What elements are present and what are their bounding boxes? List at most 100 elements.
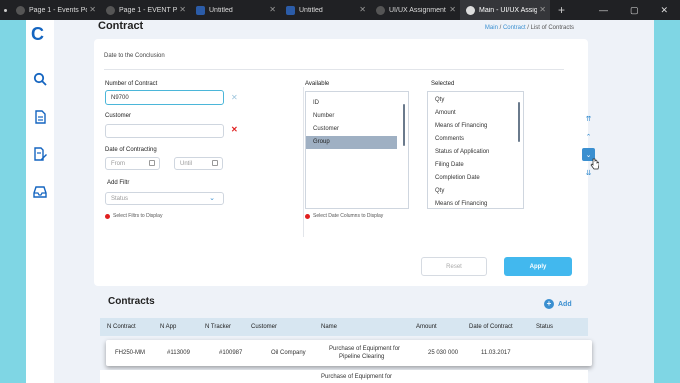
selected-item[interactable]: Comments	[428, 133, 523, 146]
close-tab-icon[interactable]: ✕	[179, 5, 186, 14]
selected-item[interactable]: Filing Date	[428, 159, 523, 172]
breadcrumb-sep: /	[527, 25, 529, 31]
search-icon[interactable]	[33, 72, 47, 86]
available-item[interactable]: ID	[306, 97, 408, 110]
column-divider	[303, 87, 304, 237]
col-name[interactable]: Name	[321, 324, 337, 330]
col-tracker[interactable]: N Tracker	[205, 324, 231, 330]
status-placeholder: Status	[111, 195, 129, 202]
col-contract[interactable]: N Contract	[107, 324, 136, 330]
selected-item[interactable]: Qty	[428, 94, 523, 107]
document-icon[interactable]	[33, 110, 47, 124]
available-scrollbar[interactable]	[403, 104, 405, 146]
selected-list[interactable]: Qty Amount Means of Financing Comments S…	[427, 91, 524, 209]
cell-customer: Oil Company	[271, 350, 306, 356]
selected-item[interactable]: Qty	[428, 185, 523, 198]
table-row[interactable]: Purchase of Equipment for	[100, 370, 588, 383]
cell-name-line2: Pipeline Clearing	[339, 354, 385, 360]
close-tab-icon[interactable]: ✕	[359, 5, 366, 14]
close-tab-icon[interactable]: ✕	[269, 5, 276, 14]
add-filter-label: Add Filtr	[107, 180, 130, 186]
browser-tab-1[interactable]: Page 1 - Events Port ✕	[10, 0, 100, 20]
calendar-icon	[212, 160, 218, 166]
clear-customer-icon[interactable]: ✕	[231, 125, 238, 134]
selected-item[interactable]: Means of Financing	[428, 120, 523, 133]
col-app[interactable]: N App	[160, 324, 176, 330]
input-value: N9700	[111, 94, 129, 101]
add-label: Add	[558, 300, 572, 308]
inbox-icon[interactable]	[33, 185, 47, 199]
customer-input[interactable]	[105, 124, 224, 138]
close-window-icon[interactable]: ✕	[660, 5, 668, 16]
move-up-icon[interactable]: ⌃	[582, 130, 595, 143]
new-tab-button[interactable]: +	[550, 3, 573, 17]
selected-item[interactable]: Means of Financing	[428, 198, 523, 208]
number-of-contract-label: Number of Contract	[105, 81, 158, 87]
close-tab-icon[interactable]: ✕	[539, 5, 546, 14]
tab-search-icon[interactable]	[0, 0, 10, 20]
add-contract-button[interactable]: + Add	[544, 299, 572, 309]
app-sidebar: C	[26, 20, 54, 383]
browser-tab-5[interactable]: UI/UX Assignment ✕	[370, 0, 460, 20]
filter-hint-text: Select Filtrs to Display	[113, 213, 163, 219]
close-tab-icon[interactable]: ✕	[449, 5, 456, 14]
figma-favicon-icon	[106, 5, 115, 15]
tab-title: Main - UI/UX Assig	[479, 6, 537, 14]
reset-button[interactable]: Reset	[421, 257, 487, 276]
col-amount[interactable]: Amount	[416, 324, 437, 330]
tab-title: Page 1 - EVENT PAG	[119, 6, 177, 14]
columns-hint: Select Date Columns to Display	[305, 213, 383, 219]
move-to-top-icon[interactable]: ⇈	[582, 112, 595, 125]
cell-name-line1: Purchase of Equipment for	[321, 374, 393, 380]
cell-date: 11.03.2017	[481, 350, 511, 356]
available-item[interactable]: Customer	[306, 123, 408, 136]
maximize-icon[interactable]: ▢	[630, 5, 639, 16]
browser-tab-4[interactable]: Untitled ✕	[280, 0, 370, 20]
browser-tab-2[interactable]: Page 1 - EVENT PAG ✕	[100, 0, 190, 20]
col-status[interactable]: Status	[536, 324, 553, 330]
edit-document-icon[interactable]	[33, 147, 47, 161]
browser-tab-3[interactable]: Untitled ✕	[190, 0, 280, 20]
date-of-contracting-label: Date of Contracting	[105, 147, 157, 153]
available-item-selected[interactable]: Group	[306, 136, 397, 149]
selected-item[interactable]: Amount	[428, 107, 523, 120]
selected-item[interactable]: Status of Application	[428, 146, 523, 159]
status-select[interactable]: Status ⌄	[105, 192, 224, 205]
browser-tab-bar: Page 1 - Events Port ✕ Page 1 - EVENT PA…	[0, 0, 680, 20]
info-dot-icon	[105, 213, 110, 219]
window-controls: — ▢ ✕	[599, 5, 680, 16]
date-from-input[interactable]: From	[105, 157, 160, 170]
minimize-icon[interactable]: —	[599, 5, 608, 16]
tab-title: Untitled	[299, 6, 323, 14]
browser-tab-6-active[interactable]: Main - UI/UX Assig ✕	[460, 0, 550, 20]
selected-scrollbar[interactable]	[518, 102, 520, 142]
col-customer[interactable]: Customer	[251, 324, 277, 330]
table-row[interactable]: FH250-MM #113009 #100987 Oil Company Pur…	[106, 340, 592, 366]
columns-hint-text: Select Date Columns to Display	[313, 213, 384, 219]
date-until-input[interactable]: Until	[174, 157, 223, 170]
calendar-icon	[149, 160, 155, 166]
app-logo[interactable]: C	[31, 24, 44, 45]
available-list[interactable]: ID Number Customer Group	[305, 91, 409, 209]
main-content: Contract Main / Contract / List of Contr…	[54, 20, 654, 383]
col-date[interactable]: Date of Contract	[469, 324, 513, 330]
clear-number-icon[interactable]: ✕	[231, 93, 238, 102]
available-item[interactable]: Number	[306, 110, 408, 123]
close-tab-icon[interactable]: ✕	[89, 5, 96, 14]
app-favicon-icon	[286, 5, 295, 15]
breadcrumb-main[interactable]: Main	[485, 25, 498, 31]
tab-title: Untitled	[209, 6, 233, 14]
date-until-placeholder: Until	[180, 160, 193, 167]
chevron-down-icon: ⌄	[209, 195, 215, 202]
breadcrumb-sep: /	[499, 25, 502, 31]
figma-favicon-icon	[16, 5, 25, 15]
breadcrumb-contract[interactable]: Contract	[503, 25, 526, 31]
tab-title: UI/UX Assignment	[389, 6, 446, 14]
number-of-contract-input[interactable]: N9700	[105, 90, 224, 105]
apply-button[interactable]: Apply	[504, 257, 572, 276]
available-label: Available	[305, 81, 330, 87]
page-title: Contract	[98, 20, 144, 32]
hand-cursor-icon	[590, 158, 599, 170]
selected-item[interactable]: Completion Date	[428, 172, 523, 185]
breadcrumb: Main / Contract / List of Contracts	[485, 25, 574, 31]
